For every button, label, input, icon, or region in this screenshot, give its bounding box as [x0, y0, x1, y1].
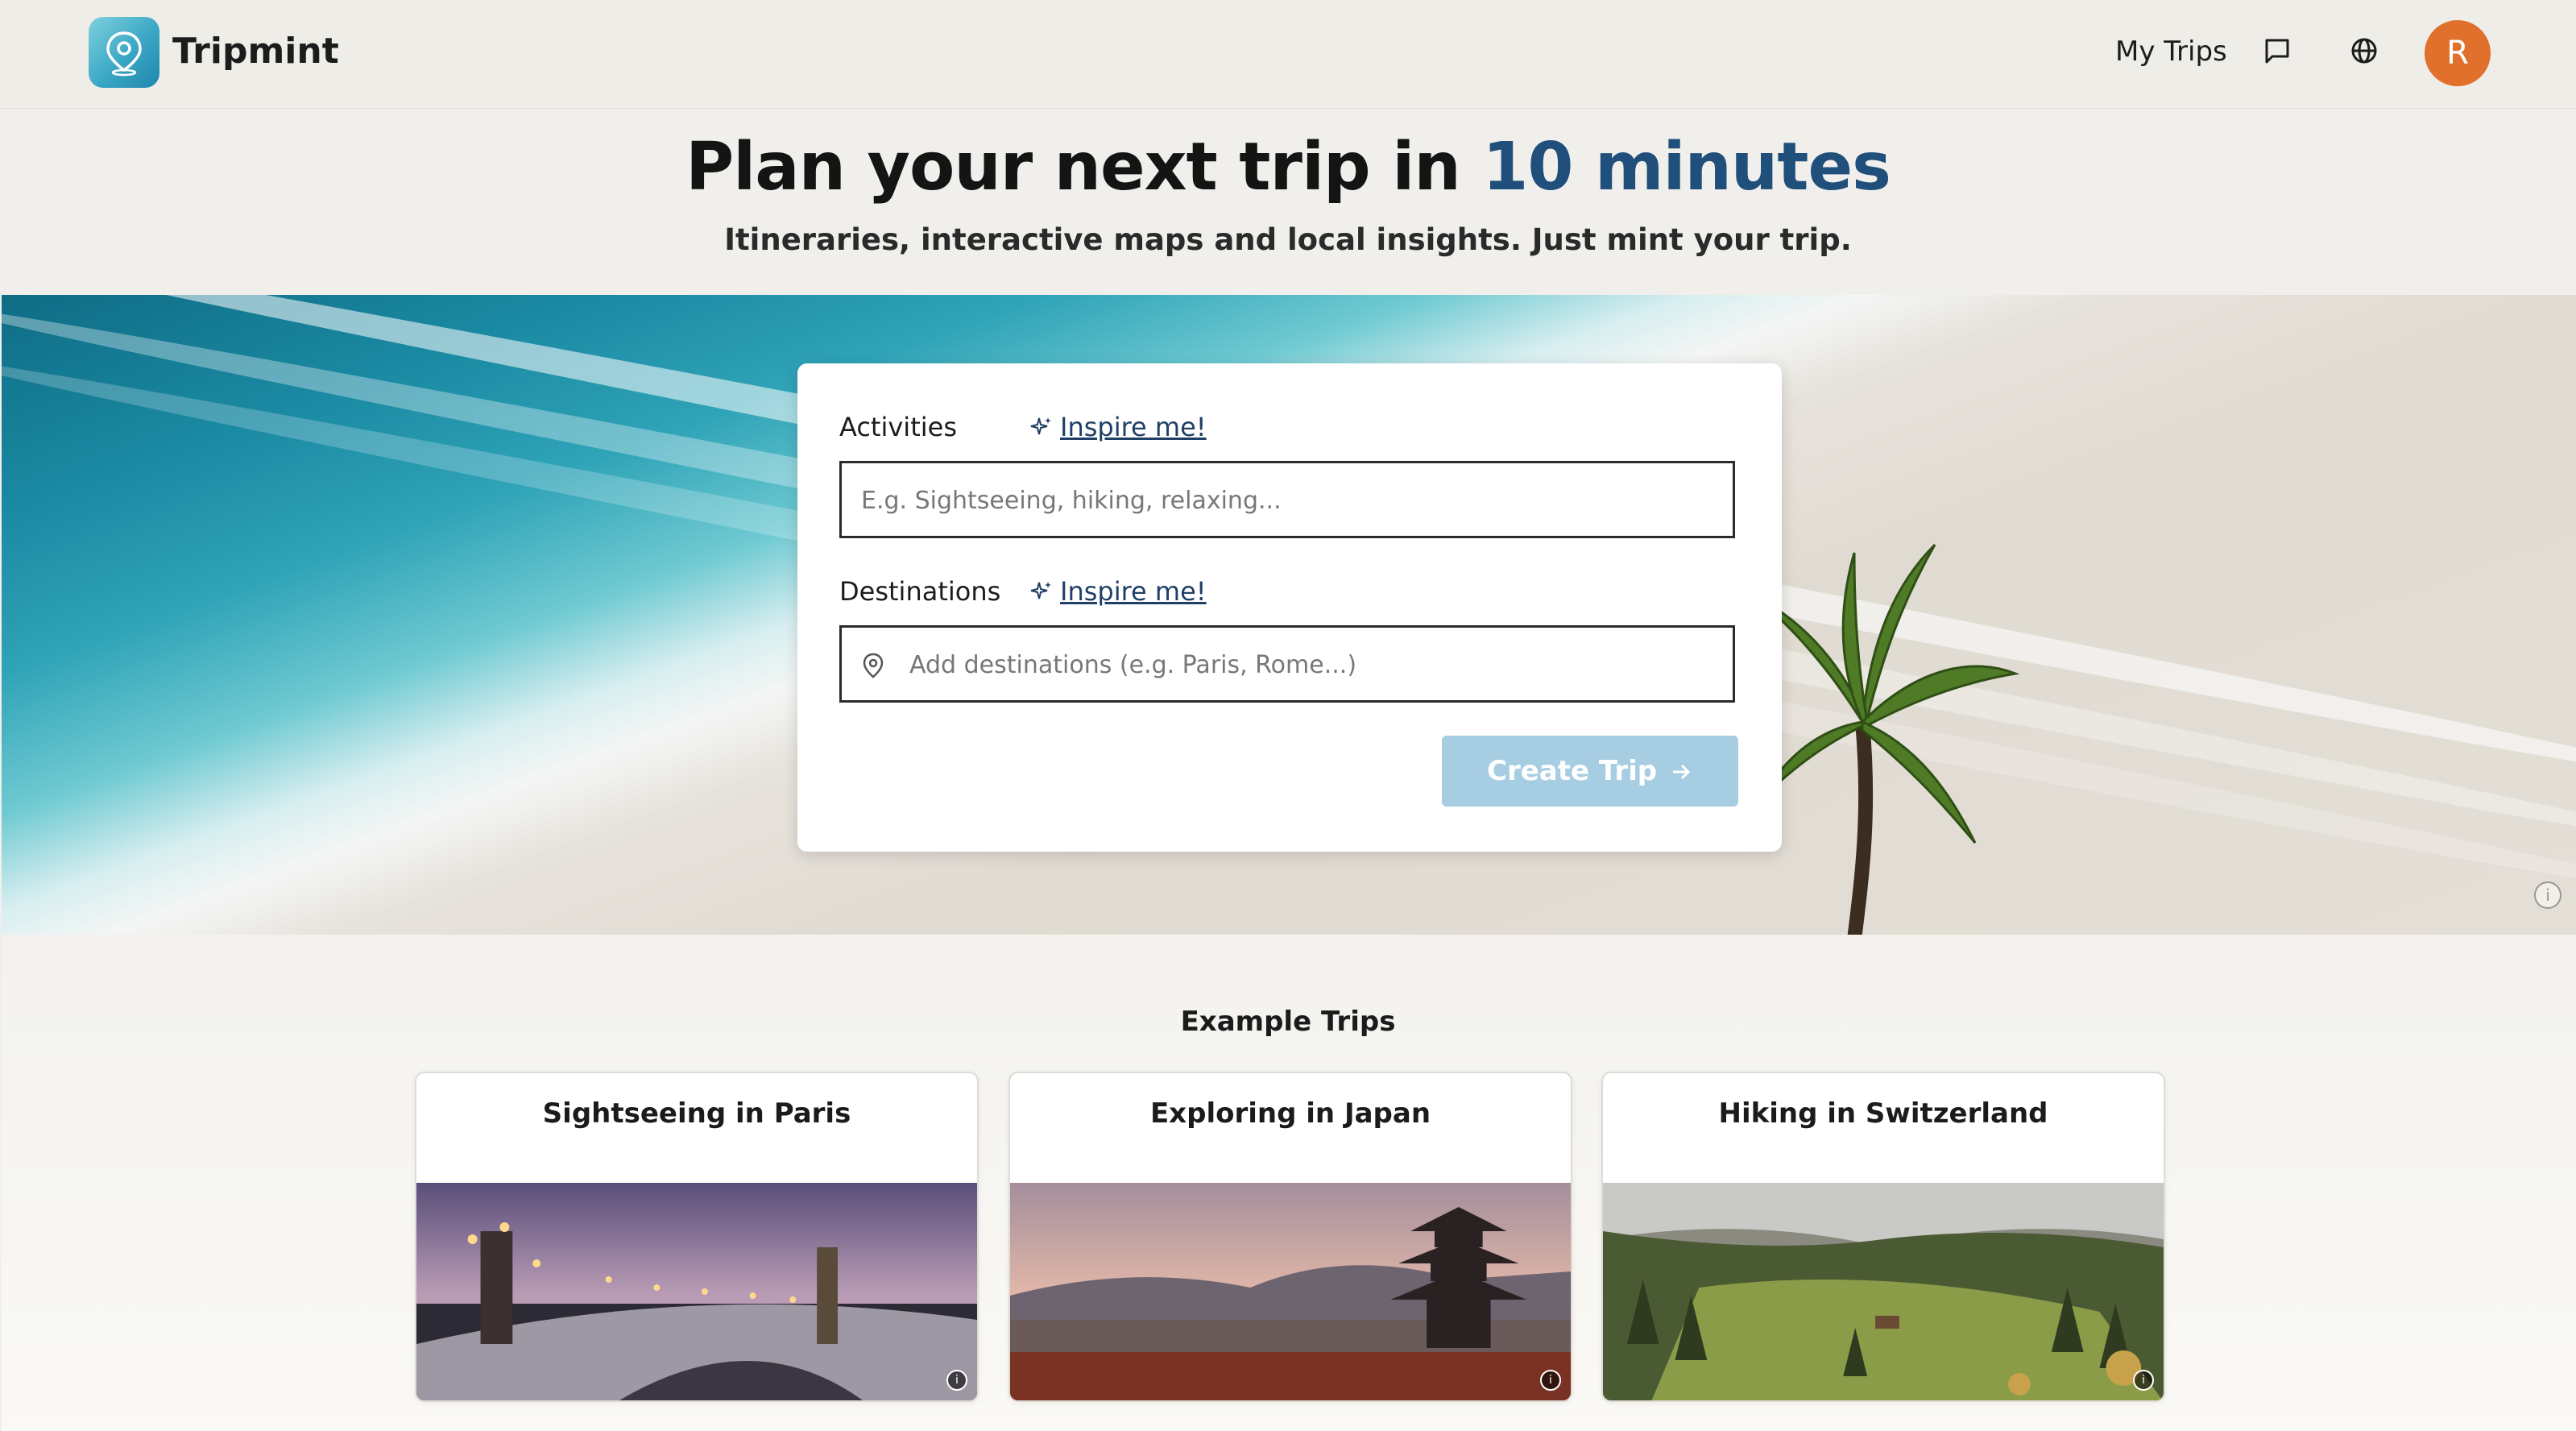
activities-field[interactable] — [839, 461, 1735, 538]
hero-subtitle: Itineraries, interactive maps and local … — [724, 222, 1852, 257]
activities-inspire-text[interactable]: Inspire me! — [1060, 412, 1207, 442]
user-avatar[interactable]: R — [2425, 20, 2491, 86]
destinations-input[interactable] — [908, 628, 1717, 702]
destinations-label: Destinations — [839, 576, 1001, 607]
sparkle-icon — [1030, 417, 1051, 435]
trip-card-japan[interactable]: Exploring in Japan i — [1008, 1072, 1572, 1402]
hero-title-accent: 10 minutes — [1482, 129, 1891, 205]
top-nav-bar: Tripmint My Trips R — [0, 0, 2576, 109]
activities-inspire-link[interactable]: Inspire me! — [1030, 412, 1207, 442]
create-trip-label: Create Trip — [1487, 755, 1658, 787]
activities-input[interactable] — [859, 463, 1717, 537]
location-pin-icon — [863, 653, 884, 678]
trip-card-title: Hiking in Switzerland — [1718, 1097, 2048, 1130]
example-trips-title: Example Trips — [1180, 1006, 1396, 1038]
trip-card-title: Sightseeing in Paris — [542, 1097, 851, 1130]
brand-name[interactable]: Tripmint — [172, 31, 339, 72]
create-trip-button[interactable]: Create Trip — [1442, 736, 1738, 807]
destinations-inspire-text[interactable]: Inspire me! — [1060, 576, 1207, 607]
globe-icon[interactable] — [2349, 35, 2379, 69]
trip-card-switzerland[interactable]: Hiking in Switzerland i — [1601, 1072, 2165, 1402]
destinations-field[interactable] — [839, 625, 1735, 703]
destinations-inspire-link[interactable]: Inspire me! — [1030, 576, 1207, 607]
image-info-icon[interactable]: i — [2534, 881, 2562, 909]
image-info-icon[interactable]: i — [946, 1370, 967, 1391]
image-info-icon[interactable]: i — [2133, 1370, 2154, 1391]
trip-card-paris[interactable]: Sightseeing in Paris i — [415, 1072, 979, 1402]
activities-label: Activities — [839, 412, 957, 442]
japan-pagoda-image — [1010, 1183, 1571, 1400]
paris-bridge-image — [416, 1183, 977, 1400]
trip-card-title: Exploring in Japan — [1149, 1097, 1431, 1130]
hero-title-prefix: Plan your next trip in — [685, 129, 1483, 205]
image-info-icon[interactable]: i — [1540, 1370, 1561, 1391]
trip-form-card: Activities Inspire me! Destinations Insp… — [797, 363, 1782, 852]
arrow-right-icon — [1673, 764, 1691, 780]
logo-pin-icon[interactable] — [89, 17, 159, 88]
sparkle-icon — [1030, 582, 1051, 599]
hero-title: Plan your next trip in 10 minutes — [0, 129, 2576, 205]
my-trips-link[interactable]: My Trips — [2115, 35, 2227, 68]
switzerland-valley-image — [1603, 1183, 2164, 1400]
chat-icon[interactable] — [2262, 35, 2292, 69]
